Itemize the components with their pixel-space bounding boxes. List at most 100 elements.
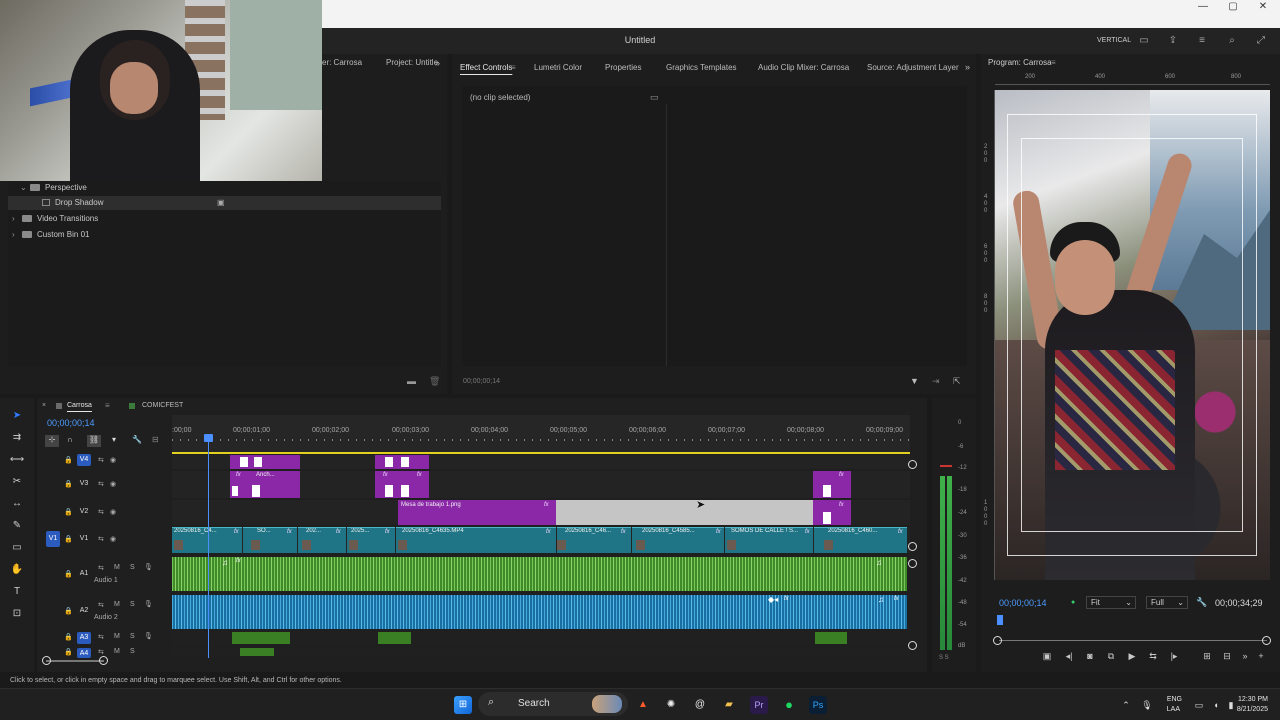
close-tab-icon[interactable]: ×	[42, 402, 46, 409]
work-area-bar[interactable]	[172, 452, 910, 454]
sync-icon[interactable]: ⇆	[98, 480, 104, 488]
mute-icon[interactable]: M	[114, 564, 120, 571]
lang-indicator[interactable]: ENG	[1158, 696, 1182, 703]
spotify-icon[interactable]: ●	[780, 696, 798, 714]
wifi-icon[interactable]: ▭	[1190, 696, 1208, 714]
captions-icon[interactable]: ▭	[1137, 34, 1151, 48]
file-explorer-icon[interactable]: ▰	[720, 696, 738, 714]
video-scroll-handle[interactable]	[908, 542, 917, 551]
clock-time[interactable]: 12:30 PM	[1222, 696, 1268, 703]
mic-icon[interactable]: 🎙	[144, 600, 153, 608]
meter-solo-labels[interactable]: S S	[939, 655, 949, 661]
track-label-v3[interactable]: V3	[77, 478, 91, 490]
zoom-handle-left[interactable]	[42, 656, 51, 665]
zoom-scrollbar[interactable]	[999, 640, 1267, 641]
insert-icon[interactable]: ⊞	[1200, 651, 1214, 663]
program-monitor-title[interactable]: Program: Carrosa	[988, 58, 1052, 67]
eye-icon[interactable]: ◉	[110, 535, 116, 543]
timeline-zoom-scrollbar[interactable]	[46, 660, 104, 662]
time-ruler[interactable]: :00;00 00;00;01;00 00;00;02;00 00;00;03;…	[172, 415, 910, 453]
sync-icon[interactable]: ⇆	[98, 508, 104, 516]
track-label-v2[interactable]: V2	[77, 506, 91, 518]
clip-v3[interactable]: fx	[813, 471, 851, 498]
multicam-icon[interactable]: ⧉	[1104, 651, 1118, 663]
clip-v1[interactable]: 20250816_C460... fx	[814, 527, 907, 553]
track-select-icon[interactable]: ⇉	[9, 431, 25, 445]
zoom-handle-right[interactable]	[99, 656, 108, 665]
video-scroll-handle[interactable]	[908, 460, 917, 469]
tree-item-perspective[interactable]: ⌄ Perspective	[20, 181, 441, 195]
track-label-a4[interactable]: A4	[77, 648, 91, 658]
sync-icon[interactable]: ⇆	[98, 633, 104, 641]
monitor-playhead[interactable]	[997, 615, 1003, 625]
loop-icon[interactable]: ⇆	[1146, 651, 1160, 663]
lock-icon[interactable]: 🔒	[64, 480, 73, 488]
start-icon[interactable]: ⊞	[454, 696, 472, 714]
clip-v4[interactable]	[230, 455, 300, 469]
workspace-label[interactable]: VERTICAL	[1097, 37, 1131, 44]
eye-icon[interactable]: ◉	[110, 480, 116, 488]
clip-v1[interactable]: 20250816_C4... fx	[172, 527, 242, 553]
track-a4[interactable]	[172, 647, 910, 657]
clock-date[interactable]: 8/21/2025	[1222, 706, 1268, 713]
play-audio-icon[interactable]: ⇥	[932, 376, 940, 387]
step-back-icon[interactable]: ◂|	[1062, 651, 1076, 663]
track-label-v1[interactable]: V1	[77, 533, 91, 545]
rectangle-icon[interactable]: ▭	[9, 541, 25, 555]
more-tabs-icon[interactable]: »	[965, 62, 970, 72]
wrench-icon[interactable]: 🔧	[1196, 597, 1207, 608]
eye-icon[interactable]: ◉	[110, 456, 116, 464]
mute-icon[interactable]: M	[114, 633, 120, 640]
track-label-v4[interactable]: V4	[77, 454, 91, 466]
playhead-line[interactable]	[208, 436, 209, 658]
lock-icon[interactable]: 🔒	[64, 456, 73, 464]
solo-icon[interactable]: S	[130, 564, 135, 571]
new-bin-icon[interactable]: ▬	[407, 376, 416, 386]
clip-v1[interactable]: 202... fx	[298, 527, 346, 553]
clip-audio-2[interactable]: ◆◂ fx ♫ fx	[172, 595, 907, 629]
panel-menu-icon[interactable]: ≡	[105, 401, 110, 410]
clip-v1[interactable]: SOMOS DE CALLE ! S... fx	[725, 527, 813, 553]
panel-menu-icon[interactable]: ≡	[511, 63, 516, 72]
nest-icon[interactable]: ⊹	[45, 435, 59, 447]
more-icon[interactable]: »	[1238, 651, 1252, 663]
chatgpt-icon[interactable]: ✺	[662, 696, 680, 714]
tab-properties[interactable]: Properties	[605, 63, 641, 72]
clip-v1[interactable]: 2025... fx	[347, 527, 395, 553]
photoshop-icon[interactable]: Ps	[809, 696, 827, 714]
program-video-frame[interactable]	[995, 90, 1270, 580]
lock-icon[interactable]: 🔒	[64, 633, 73, 641]
maximize-button[interactable]: ▢	[1218, 0, 1248, 14]
scroll-handle-right[interactable]	[1262, 636, 1271, 645]
lock-icon[interactable]: 🔒	[64, 535, 73, 543]
panel-menu-icon[interactable]: ≡	[1051, 58, 1056, 67]
solo-icon[interactable]: S	[130, 648, 135, 655]
razor-icon[interactable]: ✂	[9, 475, 25, 489]
lock-icon[interactable]: 🔒	[64, 648, 73, 656]
show-timeline-icon[interactable]: ▭	[650, 92, 659, 103]
tab-lumetri-color[interactable]: Lumetri Color	[534, 63, 582, 72]
brave-icon[interactable]: ▲	[634, 696, 652, 714]
tab-effects[interactable]: er: Carrosa	[322, 58, 362, 67]
track-label-a3[interactable]: A3	[77, 632, 91, 644]
tab-project[interactable]: Project: Untitle	[386, 58, 438, 67]
clip-v3-anch[interactable]: fx Anch...	[230, 471, 300, 498]
hand-icon[interactable]: ✋	[9, 563, 25, 577]
taskbar-search[interactable]: ⌕ Search	[478, 692, 628, 716]
mic-tray-icon[interactable]: 🎙	[1138, 696, 1156, 714]
scroll-handle-left[interactable]	[993, 636, 1002, 645]
safe-margins-icon[interactable]: ▣	[1040, 651, 1054, 663]
clip-audio-4[interactable]	[240, 648, 274, 656]
clip-v4[interactable]	[375, 455, 429, 469]
clip-v3[interactable]: fx fx	[375, 471, 429, 498]
zoom-select[interactable]: Fit ⌄	[1086, 596, 1136, 609]
ripple-edit-icon[interactable]: ⟷	[9, 453, 25, 467]
audio-scroll-handle[interactable]	[908, 641, 917, 650]
clip-audio-3[interactable]	[378, 632, 411, 644]
menu-icon[interactable]: ≡	[1195, 34, 1209, 48]
search-icon[interactable]: ⌕	[1225, 34, 1239, 48]
solo-icon[interactable]: S	[130, 601, 135, 608]
tab-comicfest[interactable]: COMICFEST	[142, 402, 183, 409]
clip-v1[interactable]: SO... fx	[243, 527, 297, 553]
tree-item-video-transitions[interactable]: › Video Transitions	[12, 212, 433, 226]
